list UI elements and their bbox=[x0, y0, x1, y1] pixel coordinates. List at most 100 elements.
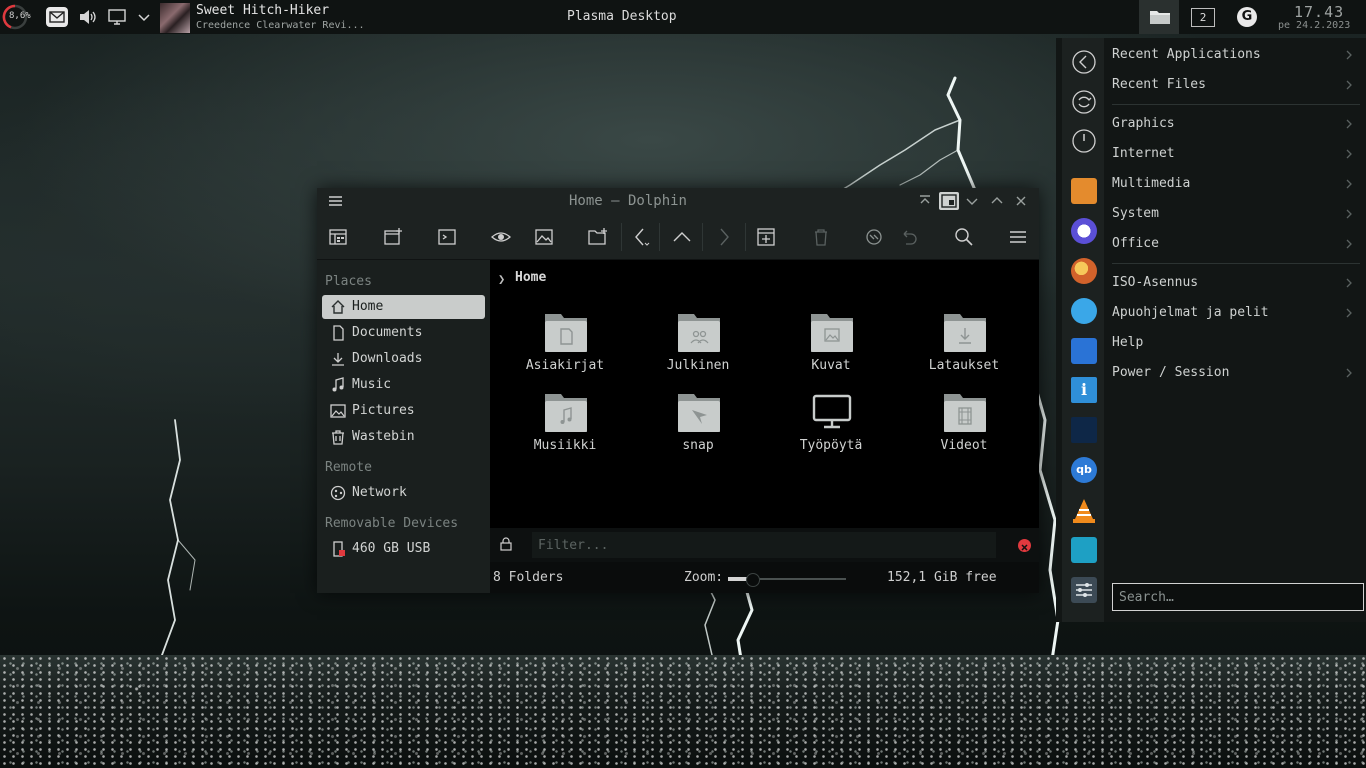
keep-above-icon[interactable] bbox=[918, 194, 932, 208]
restart-icon[interactable] bbox=[1072, 90, 1096, 114]
volume-icon[interactable] bbox=[78, 8, 98, 26]
view-mode-icon[interactable] bbox=[327, 226, 349, 248]
close-icon[interactable] bbox=[1014, 194, 1028, 208]
virtual-desktop-pager[interactable]: 2 bbox=[1191, 8, 1215, 27]
breadcrumb[interactable]: Home bbox=[515, 270, 546, 285]
document-icon bbox=[333, 325, 344, 341]
place-downloads[interactable]: Downloads bbox=[322, 347, 485, 371]
place-music[interactable]: Music bbox=[322, 373, 485, 397]
category-separator bbox=[1112, 104, 1360, 105]
home-icon bbox=[331, 300, 345, 314]
terminal-icon[interactable] bbox=[436, 226, 458, 248]
app-icon-firefox-like[interactable] bbox=[1071, 258, 1097, 284]
new-folder-icon[interactable] bbox=[587, 226, 609, 248]
split-view-icon[interactable] bbox=[755, 226, 777, 248]
remote-header: Remote bbox=[325, 460, 372, 475]
minimize-icon[interactable] bbox=[965, 194, 979, 208]
toolbar-separator bbox=[621, 223, 622, 251]
hamburger-menu-icon[interactable] bbox=[1007, 226, 1029, 248]
filter-input[interactable] bbox=[532, 532, 996, 558]
clock-time[interactable]: 17.43 bbox=[1294, 3, 1344, 21]
category-multimedia[interactable]: Multimedia bbox=[1112, 173, 1362, 197]
category-iso-asennus[interactable]: ISO-Asennus bbox=[1112, 272, 1362, 296]
place-usb-drive[interactable]: 460 GB USB bbox=[322, 537, 485, 561]
window-titlebar[interactable]: Home — Dolphin bbox=[317, 188, 1039, 215]
toolbar-separator bbox=[702, 223, 703, 251]
breadcrumb-chevron-icon[interactable]: ❯ bbox=[498, 272, 505, 286]
mail-icon[interactable] bbox=[46, 7, 68, 27]
new-window-icon[interactable] bbox=[382, 226, 404, 248]
terminal-app-icon[interactable] bbox=[1071, 417, 1097, 443]
launcher-search-input[interactable] bbox=[1112, 583, 1364, 611]
category-system[interactable]: System bbox=[1112, 203, 1362, 227]
window-title: Home — Dolphin bbox=[568, 193, 687, 209]
place-pictures[interactable]: Pictures bbox=[322, 399, 485, 423]
clear-filter-icon[interactable] bbox=[1018, 539, 1031, 552]
display-icon[interactable] bbox=[108, 8, 126, 26]
category-separator bbox=[1112, 263, 1360, 264]
folder-pictures-icon bbox=[811, 314, 853, 352]
trash-icon bbox=[332, 430, 344, 445]
folder-item[interactable]: Julkinen bbox=[638, 310, 758, 382]
place-label: Home bbox=[352, 299, 384, 314]
category-internet[interactable]: Internet bbox=[1112, 143, 1362, 167]
music-player-icon[interactable] bbox=[1071, 537, 1097, 563]
folder-item[interactable]: snap bbox=[638, 390, 758, 462]
preview-eye-icon[interactable] bbox=[490, 226, 512, 248]
folder-item[interactable]: Työpöytä bbox=[771, 390, 891, 462]
place-label: Downloads bbox=[352, 351, 423, 366]
back-icon[interactable] bbox=[630, 226, 652, 248]
undo-icon[interactable] bbox=[898, 226, 920, 248]
g-app-icon[interactable]: G bbox=[1237, 7, 1257, 27]
chevron-right-icon bbox=[1346, 278, 1352, 288]
settings-sliders-icon[interactable] bbox=[1071, 577, 1097, 603]
maximize-icon[interactable] bbox=[990, 194, 1004, 208]
place-label: Documents bbox=[352, 325, 423, 340]
image-icon[interactable] bbox=[533, 226, 555, 248]
category-apuohjelmat-ja-pelit[interactable]: Apuohjelmat ja pelit bbox=[1112, 302, 1362, 326]
place-wastebin[interactable]: Wastebin bbox=[322, 425, 485, 449]
zoom-slider-handle[interactable] bbox=[746, 573, 760, 587]
forward-icon[interactable] bbox=[713, 226, 735, 248]
top-panel: 8,6% Sweet Hitch-Hiker Creedence Clearwa… bbox=[0, 0, 1366, 34]
folder-item[interactable]: Lataukset bbox=[904, 310, 1024, 382]
category-label: Recent Files bbox=[1112, 77, 1206, 92]
category-graphics[interactable]: Graphics bbox=[1112, 113, 1362, 137]
place-documents[interactable]: Documents bbox=[322, 321, 485, 345]
tag-app-icon[interactable] bbox=[1071, 298, 1097, 324]
category-label: Graphics bbox=[1112, 116, 1175, 131]
search-icon[interactable] bbox=[953, 226, 975, 248]
info-app-icon[interactable]: i bbox=[1071, 377, 1097, 403]
chevron-right-icon bbox=[1346, 239, 1352, 249]
delete-icon[interactable] bbox=[810, 226, 832, 248]
store-app-icon[interactable] bbox=[1071, 338, 1097, 364]
up-icon[interactable] bbox=[671, 226, 693, 248]
category-label: ISO-Asennus bbox=[1112, 275, 1199, 290]
reload-icon[interactable] bbox=[863, 226, 885, 248]
lock-icon[interactable] bbox=[500, 537, 512, 551]
qbittorrent-icon[interactable]: qb bbox=[1071, 457, 1097, 483]
album-art[interactable] bbox=[160, 3, 190, 33]
folder-item[interactable]: Musiikki bbox=[505, 390, 625, 462]
vlc-icon[interactable] bbox=[1071, 497, 1097, 525]
category-recent-files[interactable]: Recent Files bbox=[1112, 74, 1362, 98]
category-office[interactable]: Office bbox=[1112, 233, 1362, 257]
app-icon-orange[interactable] bbox=[1071, 178, 1097, 204]
power-icon[interactable] bbox=[1072, 129, 1096, 153]
place-network[interactable]: Network bbox=[322, 481, 485, 505]
category-recent-applications[interactable]: Recent Applications bbox=[1112, 44, 1362, 68]
active-window-title: Plasma Desktop bbox=[567, 9, 677, 24]
media-artist: Creedence Clearwater Revi... bbox=[196, 20, 365, 31]
folder-item[interactable]: Kuvat bbox=[771, 310, 891, 382]
category-power-session[interactable]: Power / Session bbox=[1112, 362, 1362, 386]
window-pin-icon bbox=[941, 194, 957, 208]
brave-browser-icon[interactable] bbox=[1071, 218, 1097, 244]
back-circle-icon[interactable] bbox=[1072, 50, 1096, 74]
folder-item[interactable]: Asiakirjat bbox=[505, 310, 625, 382]
category-help[interactable]: Help bbox=[1112, 332, 1362, 356]
window-pin-button[interactable] bbox=[939, 192, 959, 210]
system-tray-expand-icon[interactable] bbox=[136, 9, 152, 25]
place-home[interactable]: Home bbox=[322, 295, 485, 319]
folder-item[interactable]: Videot bbox=[904, 390, 1024, 462]
folder-label: snap bbox=[682, 438, 714, 453]
